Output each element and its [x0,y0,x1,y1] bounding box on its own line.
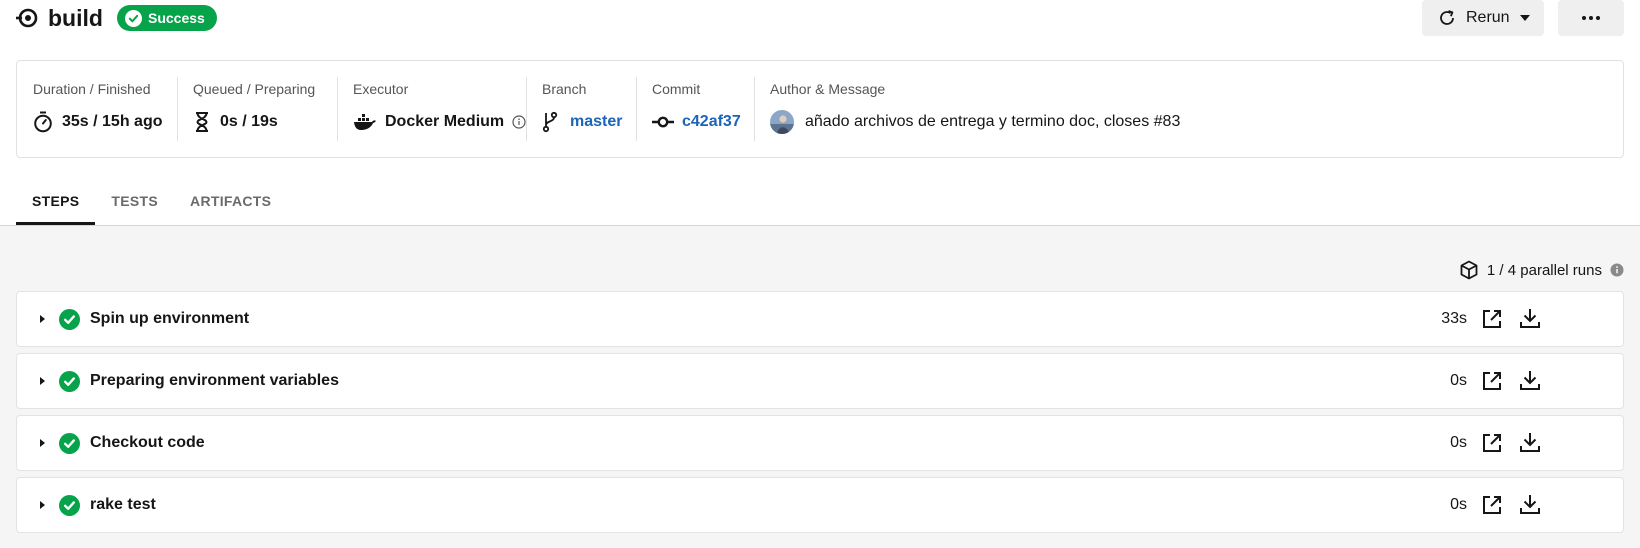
more-horizontal-icon [1582,16,1600,20]
tab-tests[interactable]: TESTS [95,178,174,226]
step-name: Preparing environment variables [90,372,339,389]
step-duration: 33s [1441,310,1467,327]
duration-label: Duration / Finished [33,81,151,97]
hourglass-icon [196,112,208,132]
parallel-runs-indicator[interactable]: 1 / 4 parallel runs [1459,258,1624,282]
step-duration: 0s [1450,496,1467,513]
more-options-button[interactable] [1558,0,1624,36]
step-name: rake test [90,496,156,513]
commit-label: Commit [652,81,701,97]
tab-steps[interactable]: STEPS [16,178,96,226]
executor-value: Docker Medium [385,113,505,130]
step-duration: 0s [1450,434,1467,451]
step-name: Checkout code [90,434,205,451]
queued-value: 0s / 19s [220,113,278,130]
download-icon[interactable] [1519,431,1541,453]
git-commit-icon [652,116,674,128]
parallel-runs-label: 1 / 4 parallel runs [1486,261,1602,279]
branch-label: Branch [542,81,587,97]
check-circle-icon [59,433,80,454]
tab-bar: STEPS TESTS ARTIFACTS [16,178,287,226]
queued-label: Queued / Preparing [193,81,316,97]
avatar[interactable] [770,110,794,134]
commit-message: añado archivos de entrega y termino doc,… [805,113,1181,130]
status-badge: Success [117,5,217,31]
external-link-icon[interactable] [1481,370,1503,392]
external-link-icon[interactable] [1481,494,1503,516]
step-row[interactable]: Checkout code 0s [16,415,1624,471]
commit-link[interactable]: c42af37 [682,113,741,131]
top-panel: build Success Rerun Duration / Finished [0,0,1640,226]
step-name: Spin up environment [90,310,250,327]
download-icon[interactable] [1519,369,1541,391]
divider [754,77,755,141]
caret-right-icon[interactable] [37,375,47,387]
rerun-label: Rerun [1466,9,1510,26]
caret-right-icon[interactable] [37,437,47,449]
divider [337,77,338,141]
info-icon[interactable] [1610,263,1624,277]
divider [526,77,527,141]
executor-label: Executor [353,81,409,97]
divider [636,77,637,141]
stopwatch-icon [34,111,52,133]
divider [177,77,178,141]
step-duration: 0s [1450,372,1467,389]
branch-link[interactable]: master [570,113,622,131]
caret-right-icon[interactable] [37,313,47,325]
info-icon[interactable] [512,115,526,129]
check-circle-icon [59,495,80,516]
page-title: build [48,5,103,31]
caret-right-icon[interactable] [37,499,47,511]
check-circle-icon [59,309,80,330]
refresh-icon [1440,10,1454,25]
check-circle-icon [59,371,80,392]
job-details-card: Duration / Finished 35s / 15h ago Queued… [16,60,1624,158]
download-icon[interactable] [1519,493,1541,515]
git-branch-icon [542,111,558,133]
circleci-logo-icon [16,8,38,28]
step-row[interactable]: Spin up environment 33s [16,291,1624,347]
rerun-button[interactable]: Rerun [1422,0,1544,36]
cube-icon [1460,260,1478,280]
duration-value: 35s / 15h ago [62,113,163,130]
docker-icon [354,114,376,130]
step-row[interactable]: rake test 0s [16,477,1624,533]
external-link-icon[interactable] [1481,432,1503,454]
step-row[interactable]: Preparing environment variables 0s [16,353,1624,409]
tab-artifacts[interactable]: ARTIFACTS [174,178,287,226]
check-icon [125,9,142,27]
chevron-down-icon [1519,15,1530,21]
download-icon[interactable] [1519,307,1541,329]
header: build Success Rerun [16,0,1624,40]
author-label: Author & Message [770,81,886,97]
status-label: Success [148,10,205,26]
external-link-icon[interactable] [1481,308,1503,330]
